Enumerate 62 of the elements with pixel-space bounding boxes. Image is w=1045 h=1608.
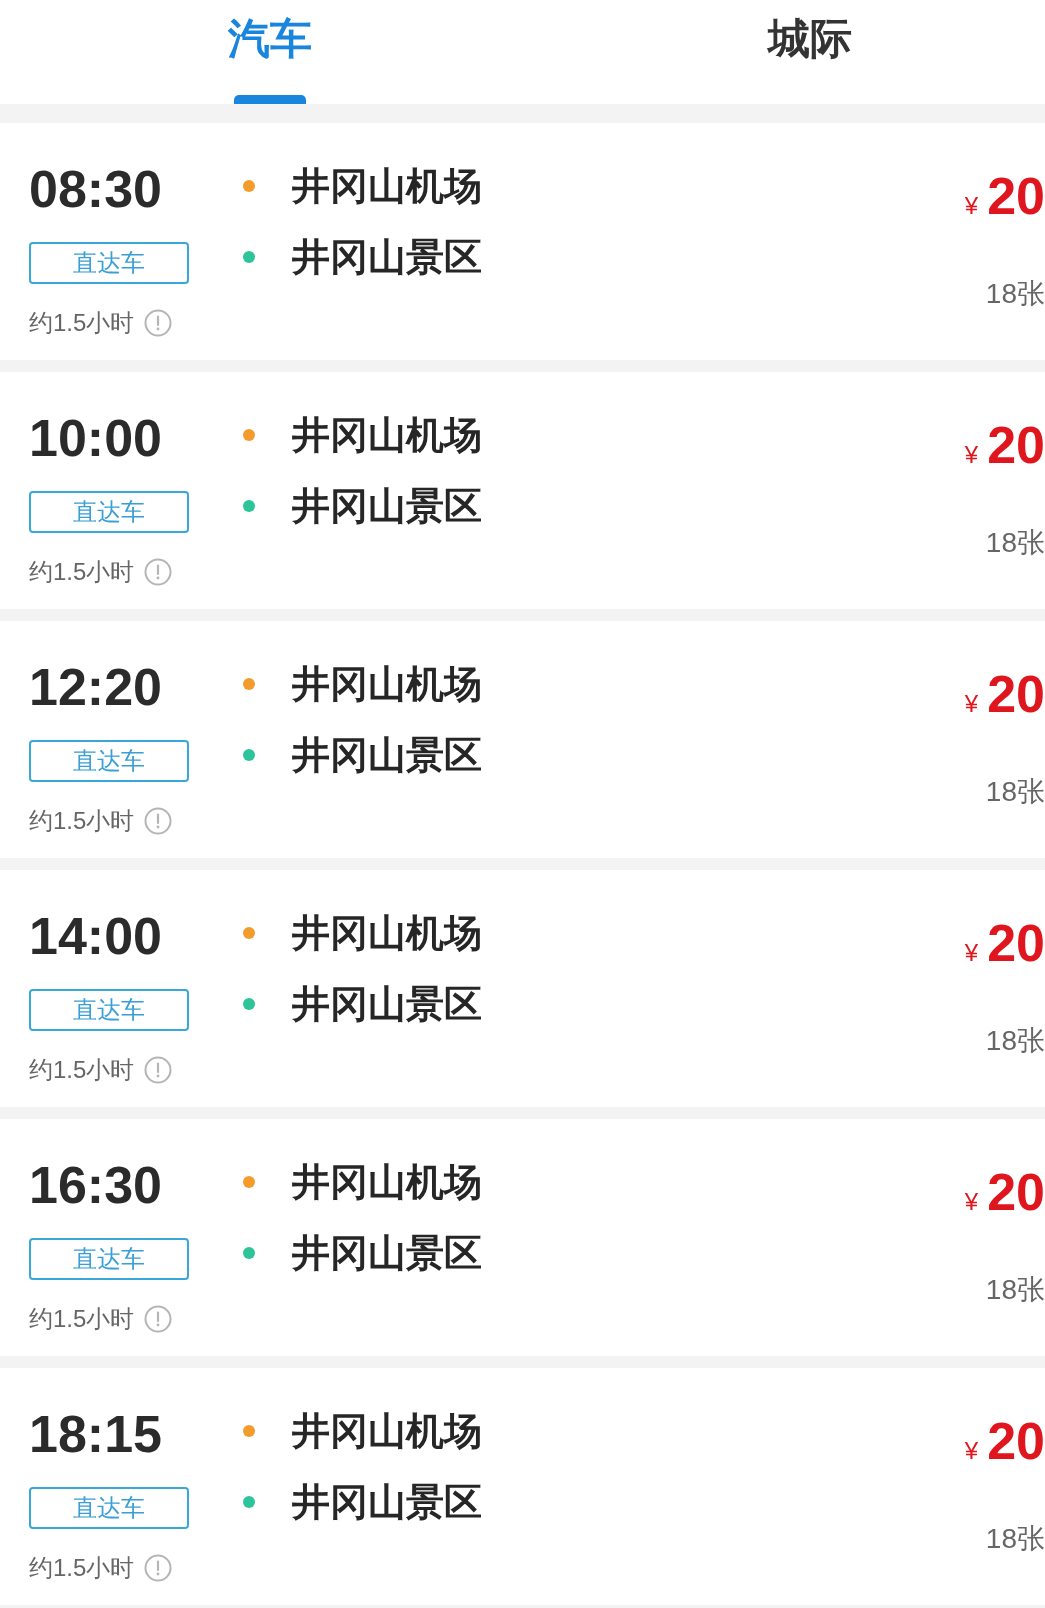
departure-time: 14:00 xyxy=(29,910,162,962)
duration-text: 约1.5小时 xyxy=(29,1553,135,1583)
price-value: 20 xyxy=(987,666,1045,722)
departure-time: 08:30 xyxy=(29,163,162,215)
price-value: 20 xyxy=(987,417,1045,473)
station-name: 井冈山景区 xyxy=(292,484,482,528)
currency-sign: ¥ xyxy=(964,690,979,718)
trip-card[interactable]: 16:30 直达车 约1.5小时 井冈山机场 井冈山景区 ¥ 20 18张 xyxy=(0,1119,1045,1356)
route-type-tag: 直达车 xyxy=(29,1238,189,1280)
price-value: 20 xyxy=(987,168,1045,224)
trip-card[interactable]: 18:15 直达车 约1.5小时 井冈山机场 井冈山景区 ¥ 20 18张 xyxy=(0,1368,1045,1605)
station-name: 井冈山景区 xyxy=(292,235,482,279)
route-type-tag: 直达车 xyxy=(29,740,189,782)
currency-sign: ¥ xyxy=(964,192,979,220)
station-name: 井冈山机场 xyxy=(292,662,482,706)
trip-card[interactable]: 08:30 直达车 约1.5小时 井冈山机场 井冈山景区 ¥ 20 18张 xyxy=(0,123,1045,360)
station-name: 井冈山景区 xyxy=(292,1231,482,1275)
exclamation-icon[interactable] xyxy=(144,807,173,835)
exclamation-icon[interactable] xyxy=(144,1056,173,1084)
station-name: 井冈山机场 xyxy=(292,164,482,208)
trip-card[interactable]: 10:00 直达车 约1.5小时 井冈山机场 井冈山景区 ¥ 20 18张 xyxy=(0,372,1045,609)
currency-sign: ¥ xyxy=(964,939,979,967)
duration-text: 约1.5小时 xyxy=(29,1304,135,1334)
tickets-left: 18张 xyxy=(985,775,1045,809)
exclamation-icon[interactable] xyxy=(144,1305,173,1333)
duration-text: 约1.5小时 xyxy=(29,806,135,836)
exclamation-icon[interactable] xyxy=(144,558,173,586)
departure-time: 10:00 xyxy=(29,412,162,464)
departure-time: 16:30 xyxy=(29,1159,162,1211)
duration-text: 约1.5小时 xyxy=(29,1055,135,1085)
station-name: 井冈山景区 xyxy=(292,1480,482,1524)
route-type-tag: 直达车 xyxy=(29,242,189,284)
currency-sign: ¥ xyxy=(964,1437,979,1465)
departure-time: 12:20 xyxy=(29,661,162,713)
tickets-left: 18张 xyxy=(985,526,1045,560)
duration-text: 约1.5小时 xyxy=(29,557,135,587)
duration-text: 约1.5小时 xyxy=(29,308,135,338)
price-value: 20 xyxy=(987,1413,1045,1469)
departure-time: 18:15 xyxy=(29,1408,162,1460)
tickets-left: 18张 xyxy=(985,1024,1045,1058)
tickets-left: 18张 xyxy=(985,1273,1045,1307)
trip-card[interactable]: 14:00 直达车 约1.5小时 井冈山机场 井冈山景区 ¥ 20 18张 xyxy=(0,870,1045,1107)
station-name: 井冈山机场 xyxy=(292,1160,482,1204)
station-name: 井冈山机场 xyxy=(292,1409,482,1453)
tab[interactable]: 汽车 xyxy=(228,14,312,64)
exclamation-icon[interactable] xyxy=(144,1554,173,1582)
route-type-tag: 直达车 xyxy=(29,1487,189,1529)
station-name: 井冈山景区 xyxy=(292,982,482,1026)
trip-card[interactable]: 12:20 直达车 约1.5小时 井冈山机场 井冈山景区 ¥ 20 18张 xyxy=(0,621,1045,858)
tab[interactable]: 城际 xyxy=(768,14,852,64)
price-value: 20 xyxy=(987,915,1045,971)
exclamation-icon[interactable] xyxy=(144,309,173,337)
price-value: 20 xyxy=(987,1164,1045,1220)
route-type-tag: 直达车 xyxy=(29,989,189,1031)
station-name: 井冈山景区 xyxy=(292,733,482,777)
tickets-left: 18张 xyxy=(985,1522,1045,1556)
currency-sign: ¥ xyxy=(964,1188,979,1216)
tickets-left: 18张 xyxy=(985,277,1045,311)
station-name: 井冈山机场 xyxy=(292,911,482,955)
station-name: 井冈山机场 xyxy=(292,413,482,457)
route-type-tag: 直达车 xyxy=(29,491,189,533)
currency-sign: ¥ xyxy=(964,441,979,469)
